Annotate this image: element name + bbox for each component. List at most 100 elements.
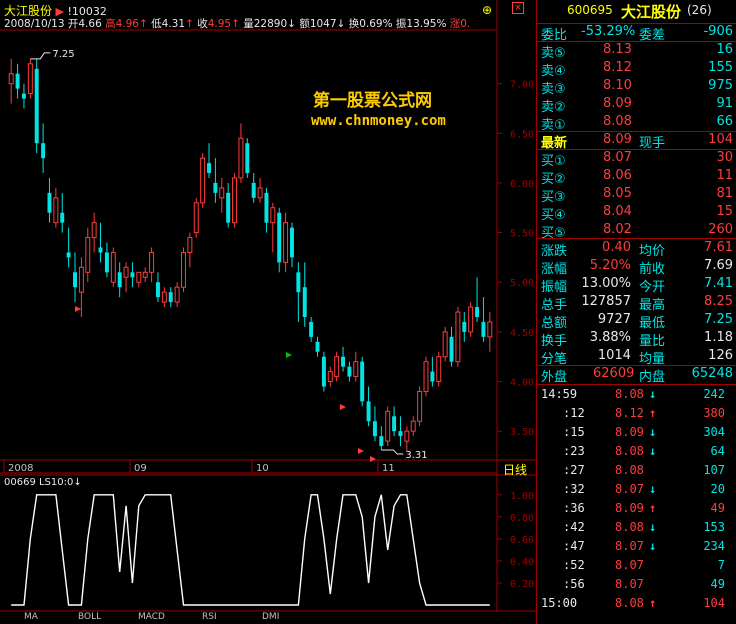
stat-value: 7.25: [704, 312, 733, 327]
candle-body: [53, 197, 59, 224]
stat-value: 1014: [597, 348, 631, 363]
trade-price: 8.07: [615, 482, 644, 496]
candle-body: [341, 356, 346, 367]
candle-body: [353, 361, 359, 378]
trade-price: 8.08: [615, 387, 644, 401]
down-arrow-icon: ↓: [649, 425, 657, 439]
trade-time: :15: [563, 425, 585, 439]
last-price-row: 最新 8.09 现手 104: [537, 132, 736, 151]
diff-value: -906: [703, 24, 733, 39]
candle-body: [187, 237, 193, 253]
candle-body: [251, 182, 256, 198]
quote-badge: (26): [687, 3, 712, 17]
ask-row: 卖① 8.08 66: [537, 114, 736, 133]
period-label[interactable]: 日线: [503, 461, 527, 478]
bid-row: 买② 8.06 11: [537, 168, 736, 187]
x-tick-label: 11: [382, 463, 395, 474]
tab-boll[interactable]: BOLL: [78, 612, 101, 622]
y-tick-label: 6.50: [510, 129, 534, 140]
y-tick-label: 6.00: [510, 179, 534, 190]
stat-row: 换手 3.88% 量比 1.18: [537, 330, 736, 349]
ask-price: 8.10: [603, 78, 632, 93]
candle-body: [372, 421, 377, 437]
stat-label: 涨幅: [541, 262, 568, 277]
stat-label: 涨跌: [541, 244, 568, 259]
stat-value: 1.18: [704, 330, 733, 345]
trade-price: 8.08: [615, 444, 644, 458]
stat-label: 最高: [639, 298, 666, 313]
trade-volume: 7: [717, 558, 725, 572]
tab-macd[interactable]: MACD: [138, 612, 165, 622]
bid-volume: 30: [716, 150, 733, 165]
ask-row: 卖② 8.09 91: [537, 96, 736, 115]
ask-price: 8.12: [603, 60, 632, 75]
trade-time: 15:00: [541, 596, 578, 610]
y-tick-label: 3.50: [510, 427, 534, 438]
ask-volume: 975: [708, 78, 733, 93]
candle-body: [60, 212, 65, 223]
down-arrow-icon: ↓: [649, 539, 657, 553]
candle-body: [8, 73, 14, 85]
trade-volume: 104: [703, 596, 725, 610]
signal-arrow-icon: [75, 306, 81, 312]
stock-code: 600695: [567, 3, 613, 17]
up-arrow-icon: ↑: [649, 596, 657, 610]
trade-price: 8.09: [615, 425, 644, 439]
ask-label: 卖⑤: [541, 46, 566, 61]
candle-body: [226, 192, 231, 223]
tab-dmi[interactable]: DMI: [262, 612, 279, 622]
trade-row: :47 8.07 ↓ 234: [537, 538, 736, 556]
trade-volume: 153: [703, 520, 725, 534]
candlestick-chart[interactable]: 7.00 6.50 6.00 5.50 5.00 4.50 4.00 3.50 7.25 3.31…: [0, 0, 536, 624]
trade-row: :36 8.09 ↑ 49: [537, 500, 736, 518]
y-tick-label: 5.50: [510, 229, 534, 240]
candle-body: [430, 371, 435, 382]
bid-label: 买①: [541, 154, 566, 169]
candle-body: [309, 321, 314, 337]
candle-body: [347, 366, 352, 377]
y-tick-label: 4.50: [510, 328, 534, 339]
trade-volume: 49: [710, 501, 725, 515]
ask-row: 卖③ 8.10 975: [537, 78, 736, 97]
ls10-signal-line: [11, 494, 490, 606]
panel-divider: [537, 365, 736, 366]
y-tick-label: 7.00: [510, 80, 534, 91]
candle-body: [123, 266, 129, 278]
candle-body: [66, 252, 71, 258]
candle-body: [91, 222, 97, 239]
last-value: 8.09: [603, 132, 632, 147]
candle-body: [232, 177, 238, 224]
down-arrow-icon: ↓: [649, 482, 657, 496]
candle-body: [21, 93, 26, 99]
x-tick-label: 09: [134, 463, 147, 474]
stat-label: 总手: [541, 298, 568, 313]
trade-row: :42 8.08 ↓ 153: [537, 519, 736, 537]
trade-price: 8.08: [615, 596, 644, 610]
stat-row: 分笔 1014 均量 126: [537, 348, 736, 367]
candle-body: [302, 287, 307, 317]
stat-label: 均价: [639, 244, 666, 259]
high-marker-line: [30, 52, 51, 60]
tab-ma[interactable]: MA: [24, 612, 38, 622]
trade-row: 15:00 8.08 ↑ 104: [537, 595, 736, 613]
candle-body: [417, 390, 423, 422]
indicator-y-label: 0.20: [510, 579, 534, 590]
indicator-y-label: 1.00: [510, 491, 534, 502]
trade-row: :27 8.08 107: [537, 462, 736, 480]
candle-body: [110, 251, 116, 283]
candle-body: [385, 410, 391, 442]
stat-value: 13.00%: [581, 276, 631, 291]
panel-divider: [537, 384, 736, 385]
candle-body: [462, 321, 467, 332]
ask-volume: 155: [708, 60, 733, 75]
bid-volume: 260: [708, 222, 733, 237]
stat-row: 涨跌 0.40 均价 7.61: [537, 240, 736, 259]
candle-body: [73, 272, 77, 288]
stat-label: 今开: [639, 280, 666, 295]
candle-body: [468, 306, 474, 333]
down-arrow-icon: ↓: [73, 477, 82, 488]
tab-rsi[interactable]: RSI: [202, 612, 217, 622]
candle-body: [296, 272, 301, 293]
candle-body: [174, 286, 180, 303]
candle-body: [334, 356, 340, 378]
